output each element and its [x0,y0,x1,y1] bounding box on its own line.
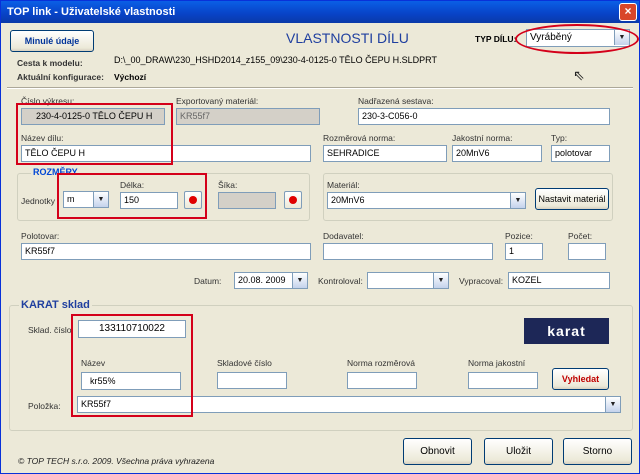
item-select[interactable]: KR55f7 ▼ [77,396,621,413]
cursor-icon: ⇖ [573,67,585,83]
units-value: m [67,194,75,204]
length-pick-button[interactable] [184,191,202,209]
chevron-down-icon[interactable]: ▼ [292,273,307,288]
chevron-down-icon[interactable]: ▼ [614,30,629,45]
chevron-down-icon[interactable]: ▼ [510,193,525,208]
page-title: VLASTNOSTI DÍLU [286,30,409,46]
item-value: KR55f7 [81,399,112,409]
width-label: Šíka: [218,180,238,190]
material-label: Materiál: [327,180,360,190]
karat-name-label: Název [81,358,106,368]
drawing-number-label: Číslo výkresu: [21,96,75,106]
properties-window: TOP link - Uživatelské vlastnosti × Minu… [0,0,640,474]
quality-norm-field[interactable]: 20MnV6 [452,145,542,162]
dimension-norm-label: Rozměrová norma: [323,133,396,143]
config-label: Aktuální konfigurace: [17,72,104,82]
semi-product-label: Polotovar: [21,231,60,241]
position-label: Pozice: [505,231,533,241]
part-type-label: TYP DÍLU: [475,34,517,44]
red-dot-icon [289,196,297,204]
cancel-button[interactable]: Storno [563,438,632,465]
karat-quality-norm-field[interactable] [468,372,538,389]
made-by-field[interactable]: KOZEL [508,272,610,289]
item-label: Položka: [28,401,61,411]
karat-quality-norm-label: Norma jakostní [468,358,526,368]
material-select[interactable]: 20MnV6 ▼ [327,192,526,209]
part-type-select[interactable]: Vyráběný ▼ [526,29,630,47]
search-button[interactable]: Vyhledat [552,368,609,390]
part-name-label: Název dílu: [21,133,64,143]
set-material-button[interactable]: Nastavit materiál [535,188,609,210]
supplier-label: Dodavatel: [323,231,364,241]
red-dot-icon [189,196,197,204]
drawing-number-field[interactable]: 230-4-0125-0 TĚLO ČEPU H [21,108,165,125]
stock-code-field[interactable] [217,372,287,389]
units-label: Jednotky [21,196,56,206]
length-label: Délka: [120,180,145,190]
position-field[interactable]: 1 [505,243,543,260]
window-title: TOP link - Uživatelské vlastnosti [7,6,176,18]
header-divider [7,87,633,89]
parent-assembly-field[interactable]: 230-3-C056-0 [358,108,610,125]
count-field[interactable] [568,243,606,260]
width-pick-button[interactable] [284,191,302,209]
chevron-down-icon[interactable]: ▼ [605,397,620,412]
material-value: 20MnV6 [331,195,365,205]
stock-code-label: Skladové číslo [217,358,272,368]
close-button[interactable]: × [619,3,637,21]
part-type-value: Vyráběný [530,32,572,43]
supplier-field[interactable] [323,243,493,260]
karat-name-field[interactable]: kr55% [81,372,181,390]
config-value: Výchozí [114,72,147,82]
model-path-value: D:\_00_DRAW\230_HSHD2014_z155_09\230-4-0… [114,55,438,65]
dimension-norm-field[interactable]: SEHRADICE [323,145,447,162]
length-field[interactable]: 150 [120,192,178,209]
made-by-label: Vypracoval: [459,276,504,286]
date-value: 20.08. 2009 [238,275,286,285]
dimensions-group-title: ROZMĚRY [31,167,80,177]
title-bar: TOP link - Uživatelské vlastnosti × [1,1,639,23]
semi-product-field[interactable]: KR55f7 [21,243,311,260]
checked-by-select[interactable]: ▼ [367,272,449,289]
karat-dim-norm-field[interactable] [347,372,417,389]
karat-group-title: KARAT sklad [19,299,92,311]
save-button[interactable]: Uložit [484,438,553,465]
stock-number-label: Sklad. číslo [28,325,72,335]
chevron-down-icon[interactable]: ▼ [433,273,448,288]
width-field[interactable] [218,192,276,209]
karat-logo: karat [524,318,609,344]
stock-number-field[interactable]: 133110710022 [78,320,186,338]
part-name-field[interactable]: TĚLO ČEPU H [21,145,311,162]
parent-assembly-label: Nadřazená sestava: [358,96,434,106]
type-label: Typ: [551,133,568,143]
previous-data-button[interactable]: Minulé údaje [10,30,94,52]
exported-material-label: Exportovaný materiál: [176,96,259,106]
refresh-button[interactable]: Obnovit [403,438,472,465]
exported-material-field[interactable]: KR55f7 [176,108,320,125]
copyright-text: © TOP TECH s.r.o. 2009. Všechna práva vy… [18,456,215,466]
units-select[interactable]: m ▼ [63,191,109,208]
type-field[interactable]: polotovar [551,145,610,162]
karat-dim-norm-label: Norma rozměrová [347,358,416,368]
date-picker[interactable]: 20.08. 2009 ▼ [234,272,308,289]
checked-by-label: Kontroloval: [318,276,363,286]
count-label: Počet: [568,231,593,241]
chevron-down-icon[interactable]: ▼ [93,192,108,207]
model-path-label: Cesta k modelu: [17,58,83,68]
quality-norm-label: Jakostní norma: [452,133,513,143]
date-label: Datum: [194,276,222,286]
